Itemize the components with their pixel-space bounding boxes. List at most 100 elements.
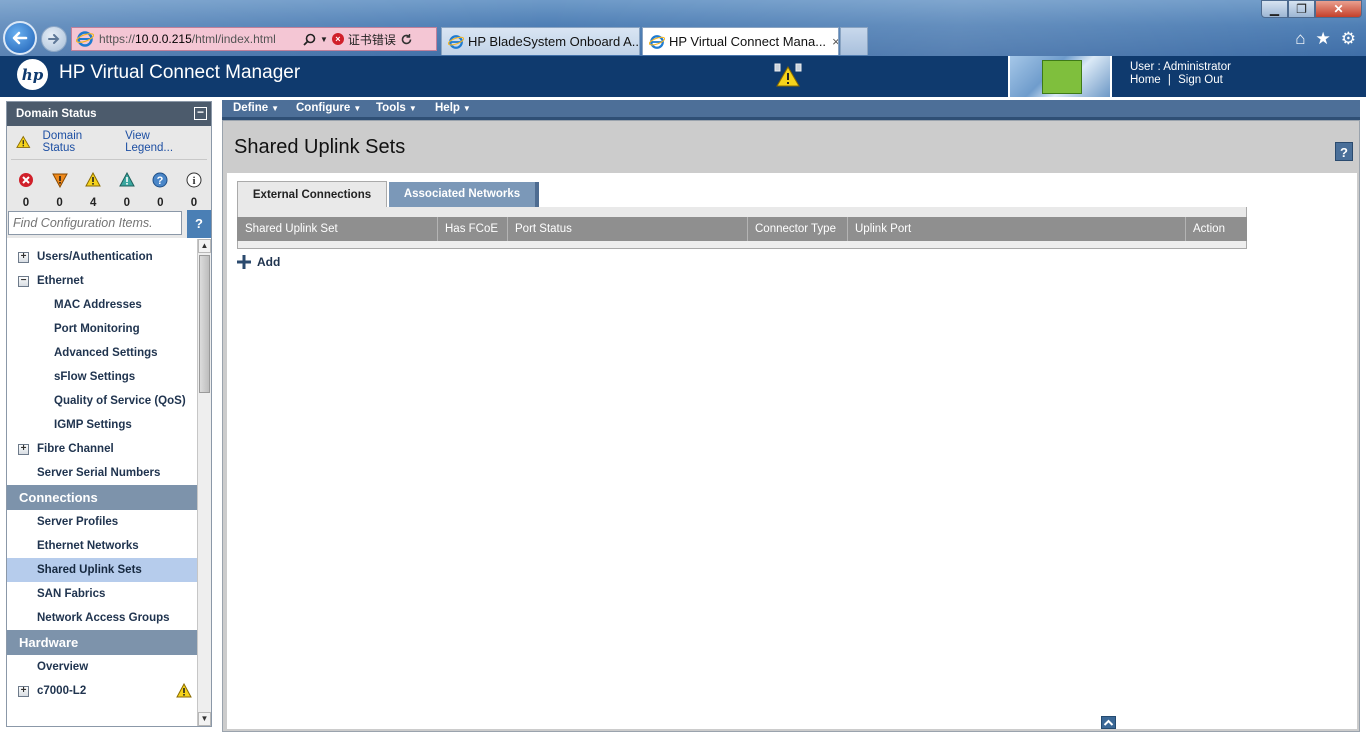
tree-label: Server Serial Numbers xyxy=(37,467,161,479)
scroll-up-icon[interactable]: ▲ xyxy=(198,239,211,253)
caret-down-icon: ▼ xyxy=(353,104,362,113)
tree-item-sflow-settings[interactable]: sFlow Settings xyxy=(7,365,197,389)
status-info[interactable]: i 0 xyxy=(185,172,203,209)
find-config-input[interactable] xyxy=(8,211,182,235)
add-button[interactable]: Add xyxy=(237,255,280,269)
domain-status-links: Domain Status View Legend... xyxy=(16,130,208,154)
collapse-icon[interactable]: − xyxy=(18,275,29,287)
tree-item-port-monitoring[interactable]: Port Monitoring xyxy=(7,317,197,341)
tree-label: Overview xyxy=(37,661,89,673)
dropdown-arrow-icon[interactable]: ▼ xyxy=(320,35,328,44)
refresh-icon[interactable] xyxy=(400,33,413,46)
expand-icon[interactable]: + xyxy=(18,685,29,697)
tree-item-shared-uplink-sets[interactable]: Shared Uplink Sets xyxy=(7,558,197,582)
tree-label: Ethernet xyxy=(37,275,84,287)
col-connector-type[interactable]: Connector Type xyxy=(748,217,848,241)
expand-icon[interactable]: + xyxy=(18,443,29,455)
minor-icon xyxy=(118,171,135,187)
enclosure-image[interactable] xyxy=(1008,56,1112,97)
search-icon[interactable] xyxy=(303,33,316,46)
col-has-fcoe[interactable]: Has FCoE xyxy=(438,217,508,241)
address-url[interactable]: https://10.0.0.215/html/index.html xyxy=(99,32,299,46)
col-action[interactable]: Action xyxy=(1186,217,1246,241)
browser-tab-onboard-admin[interactable]: HP BladeSystem Onboard A... xyxy=(441,27,640,55)
col-shared-uplink-set[interactable]: Shared Uplink Set xyxy=(238,217,438,241)
menu-help[interactable]: Help ▼ xyxy=(435,102,471,114)
tab-close-icon[interactable]: × xyxy=(832,34,838,49)
tree-item-mac-addresses[interactable]: MAC Addresses xyxy=(7,293,197,317)
help-button[interactable]: ? xyxy=(1335,142,1353,161)
section-hardware[interactable]: Hardware xyxy=(7,630,197,655)
menu-configure[interactable]: Configure ▼ xyxy=(296,102,361,114)
menu-tools[interactable]: Tools ▼ xyxy=(376,102,417,114)
section-connections[interactable]: Connections xyxy=(7,485,197,510)
status-warning[interactable]: 4 xyxy=(84,171,102,209)
caret-down-icon: ▼ xyxy=(408,104,417,113)
home-icon[interactable]: ⌂ xyxy=(1295,29,1305,49)
address-bar[interactable]: https://10.0.0.215/html/index.html ▼ × 证… xyxy=(71,27,437,51)
domain-status-link[interactable]: Domain Status xyxy=(43,130,112,154)
menu-define[interactable]: Define ▼ xyxy=(233,102,279,114)
domain-warning-icon[interactable] xyxy=(772,62,804,88)
window-close-button[interactable]: ✕ xyxy=(1315,0,1362,18)
new-tab-button[interactable] xyxy=(840,27,868,55)
col-port-status[interactable]: Port Status xyxy=(508,217,748,241)
tree-item-advanced-settings[interactable]: Advanced Settings xyxy=(7,341,197,365)
tree-item-overview[interactable]: Overview xyxy=(7,655,197,679)
expand-icon[interactable]: + xyxy=(18,251,29,263)
tree-item-ethernet-networks[interactable]: Ethernet Networks xyxy=(7,534,197,558)
tree-item-server-profiles[interactable]: Server Profiles xyxy=(7,510,197,534)
tree-item-network-access-groups[interactable]: Network Access Groups xyxy=(7,606,197,630)
tree-item-igmp-settings[interactable]: IGMP Settings xyxy=(7,413,197,437)
forward-button[interactable] xyxy=(41,26,67,52)
tab-external-connections[interactable]: External Connections xyxy=(237,181,387,208)
settings-icon[interactable]: ⚙ xyxy=(1341,29,1356,49)
sidebar-scrollbar[interactable]: ▲ ▼ xyxy=(197,239,211,726)
tab-label: HP BladeSystem Onboard A... xyxy=(468,34,640,49)
url-prefix: https:// xyxy=(99,32,136,46)
tree-item-fibre-channel[interactable]: + Fibre Channel xyxy=(7,437,197,461)
svg-text:i: i xyxy=(192,175,195,187)
status-count: 0 xyxy=(56,197,63,209)
back-button[interactable] xyxy=(3,21,37,55)
arrow-right-icon xyxy=(48,34,60,44)
status-unknown[interactable]: ? 0 xyxy=(151,172,169,209)
tree-label: c7000-L2 xyxy=(37,685,87,697)
cert-error-label[interactable]: 证书错误 xyxy=(348,31,396,48)
view-legend-link[interactable]: View Legend... xyxy=(125,130,194,154)
collapse-icon[interactable]: − xyxy=(194,106,207,120)
col-uplink-port[interactable]: Uplink Port xyxy=(848,217,1186,241)
browser-toolbar-icons: ⌂ ★ ⚙ xyxy=(1295,29,1356,49)
scroll-down-icon[interactable]: ▼ xyxy=(198,712,211,726)
status-critical[interactable]: 0 xyxy=(17,172,35,209)
window-minimize-button[interactable]: ▁ xyxy=(1261,0,1288,18)
scroll-top-button[interactable] xyxy=(1101,716,1116,729)
status-count: 0 xyxy=(157,197,164,209)
menu-label: Define xyxy=(233,102,269,114)
favorites-icon[interactable]: ★ xyxy=(1316,29,1331,49)
info-icon: i xyxy=(186,172,202,188)
unknown-icon: ? xyxy=(152,172,168,188)
home-link[interactable]: Home xyxy=(1130,74,1161,86)
browser-tab-vc-manager[interactable]: HP Virtual Connect Mana... × xyxy=(642,27,839,55)
scroll-thumb[interactable] xyxy=(199,255,210,393)
status-count: 0 xyxy=(123,197,130,209)
tree-item-enclosure[interactable]: + c7000-L2 xyxy=(7,679,197,703)
ie-icon xyxy=(649,34,665,49)
status-major[interactable]: 0 xyxy=(51,172,69,209)
tree-item-ethernet[interactable]: − Ethernet xyxy=(7,269,197,293)
sign-out-link[interactable]: Sign Out xyxy=(1178,74,1223,86)
tree-item-qos[interactable]: Quality of Service (QoS) xyxy=(7,389,197,413)
tree-item-server-serial-numbers[interactable]: Server Serial Numbers xyxy=(7,461,197,485)
url-host: 10.0.0.215 xyxy=(135,32,192,46)
tree-label: sFlow Settings xyxy=(54,371,136,383)
nav-tree: + Users/Authentication − Ethernet MAC Ad… xyxy=(7,239,197,726)
status-minor[interactable]: 0 xyxy=(118,171,136,209)
tree-item-users-auth[interactable]: + Users/Authentication xyxy=(7,245,197,269)
app-header: hp HP Virtual Connect Manager User : Adm… xyxy=(0,56,1366,97)
search-help-button[interactable]: ? xyxy=(187,210,211,238)
tree-label: Fibre Channel xyxy=(37,443,114,455)
window-maximize-button[interactable]: ❐ xyxy=(1288,0,1315,18)
tree-item-san-fabrics[interactable]: SAN Fabrics xyxy=(7,582,197,606)
tab-associated-networks[interactable]: Associated Networks xyxy=(389,182,539,207)
